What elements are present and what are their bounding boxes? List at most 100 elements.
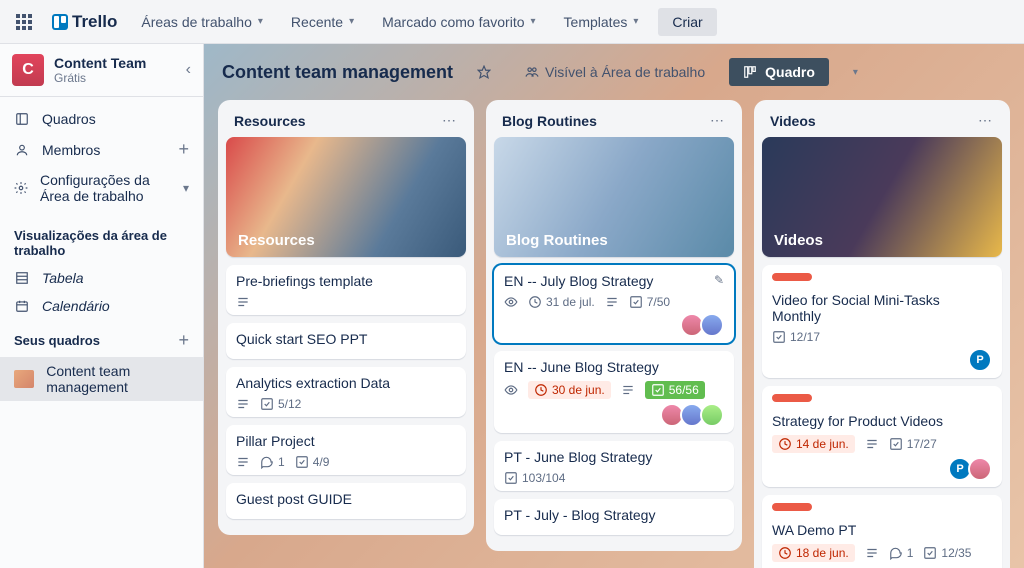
collapse-sidebar-icon[interactable]: ‹ <box>186 61 191 79</box>
create-button[interactable]: Criar <box>658 8 716 36</box>
sidebar-view-calendar[interactable]: Calendário <box>0 292 203 320</box>
chevron-down-icon: ▾ <box>258 16 263 27</box>
card-title: PT - June Blog Strategy <box>504 449 724 465</box>
card[interactable]: EN -- June Blog Strategy30 de jun.56/56 <box>494 351 734 433</box>
sidebar-board-content-team[interactable]: Content team management <box>0 357 203 401</box>
star-icon <box>477 65 491 79</box>
view-switcher[interactable]: ▾ <box>843 61 868 84</box>
member-avatar[interactable] <box>968 457 992 481</box>
nav-templates[interactable]: Templates▾ <box>552 8 651 36</box>
due-badge: 31 de jul. <box>528 295 595 309</box>
cover-title: Resources <box>238 232 315 249</box>
logo-text: Trello <box>72 12 117 32</box>
member-avatar[interactable] <box>700 403 724 427</box>
star-button[interactable] <box>467 59 501 85</box>
card-badges: 31 de jul. 7/50 <box>504 295 724 309</box>
lists-container[interactable]: Resources ⋯ Resources Pre-briefings templ… <box>204 100 1024 568</box>
chevron-down-icon: ▾ <box>633 16 638 27</box>
nav-recent[interactable]: Recente▾ <box>279 8 366 36</box>
card-badges: 103/104 <box>504 471 724 485</box>
card-title: Video for Social Mini-Tasks Monthly <box>772 292 992 324</box>
cover-title: Blog Routines <box>506 232 608 249</box>
list-cover-card[interactable]: Blog Routines <box>494 137 734 257</box>
people-icon <box>525 65 539 79</box>
chevron-down-icon: ▾ <box>183 181 189 195</box>
workspace-name: Content Team <box>54 55 146 71</box>
visibility-button[interactable]: Visível à Área de trabalho <box>515 58 715 86</box>
card-badges <box>236 295 456 309</box>
checklist-badge: 5/12 <box>260 397 301 411</box>
comment-badge: 1 <box>889 546 914 560</box>
card-badges: 12/17 <box>772 330 992 344</box>
list-header[interactable]: Resources ⋯ <box>226 108 466 137</box>
trello-logo-icon <box>52 14 68 30</box>
add-member-icon[interactable]: + <box>178 139 189 160</box>
card-badges: 5/12 <box>236 397 456 411</box>
description-badge <box>605 295 619 309</box>
sidebar-item-settings[interactable]: Configurações da Área de trabalho ▾ <box>0 166 203 210</box>
gear-icon <box>14 181 28 195</box>
board-view-button[interactable]: Quadro <box>729 58 829 86</box>
checklist-badge: 12/17 <box>772 330 820 344</box>
member-avatar[interactable] <box>700 313 724 337</box>
sidebar-view-table[interactable]: Tabela <box>0 264 203 292</box>
card[interactable]: Quick start SEO PPT <box>226 323 466 359</box>
list-menu-icon[interactable]: ⋯ <box>442 112 458 129</box>
card-title: Guest post GUIDE <box>236 491 456 507</box>
list: Blog Routines ⋯ Blog RoutinesEN -- July … <box>486 100 742 551</box>
list-header[interactable]: Videos ⋯ <box>762 108 1002 137</box>
card[interactable]: Video for Social Mini-Tasks Monthly 12/17… <box>762 265 1002 378</box>
checklist-badge: 4/9 <box>295 455 330 469</box>
checklist-badge: 7/50 <box>629 295 670 309</box>
due-soon-badge: 14 de jun. <box>772 435 855 453</box>
person-icon <box>14 143 30 157</box>
calendar-icon <box>14 299 30 313</box>
description-badge <box>236 455 250 469</box>
board-title[interactable]: Content team management <box>222 62 453 83</box>
card[interactable]: EN -- July Blog Strategy✎31 de jul.7/50 <box>494 265 734 343</box>
list-cover-card[interactable]: Resources <box>226 137 466 257</box>
list-cover-card[interactable]: Videos <box>762 137 1002 257</box>
workspace-avatar: C <box>12 54 44 86</box>
card[interactable]: PT - June Blog Strategy 103/104 <box>494 441 734 491</box>
card-title: PT - July - Blog Strategy <box>504 507 724 523</box>
card[interactable]: Pre-briefings template <box>226 265 466 315</box>
watch-badge <box>504 295 518 309</box>
workspace-header[interactable]: C Content Team Grátis ‹ <box>0 44 203 97</box>
checklist-done-badge: 56/56 <box>645 381 705 399</box>
list-title: Blog Routines <box>502 113 710 129</box>
card[interactable]: Guest post GUIDE <box>226 483 466 519</box>
topbar: Trello Áreas de trabalho▾ Recente▾ Marca… <box>0 0 1024 44</box>
card[interactable]: WA Demo PT18 de jun.112/35P <box>762 495 1002 568</box>
checklist-badge: 12/35 <box>923 546 971 560</box>
logo[interactable]: Trello <box>44 12 125 32</box>
nav-starred[interactable]: Marcado como favorito▾ <box>370 8 547 36</box>
main: C Content Team Grátis ‹ Quadros Membros … <box>0 44 1024 568</box>
description-badge <box>236 397 250 411</box>
boards-heading: Seus quadros + <box>0 320 203 357</box>
card-title: Pre-briefings template <box>236 273 456 289</box>
list-menu-icon[interactable]: ⋯ <box>978 112 994 129</box>
sidebar: C Content Team Grátis ‹ Quadros Membros … <box>0 44 204 568</box>
card[interactable]: PT - July - Blog Strategy <box>494 499 734 535</box>
sidebar-item-members[interactable]: Membros + <box>0 133 203 166</box>
list: Videos ⋯ Videos Video for Social Mini-Tas… <box>754 100 1010 568</box>
sidebar-item-boards[interactable]: Quadros <box>0 105 203 133</box>
list-menu-icon[interactable]: ⋯ <box>710 112 726 129</box>
card-title: Strategy for Product Videos <box>772 413 992 429</box>
description-badge <box>621 383 635 397</box>
card[interactable]: Analytics extraction Data 5/12 <box>226 367 466 417</box>
add-board-icon[interactable]: + <box>178 330 189 351</box>
card-title: EN -- June Blog Strategy <box>504 359 724 375</box>
board-header: Content team management Visível à Área d… <box>204 44 1024 100</box>
list-header[interactable]: Blog Routines ⋯ <box>494 108 734 137</box>
member-avatar[interactable]: P <box>968 348 992 372</box>
card-title: Analytics extraction Data <box>236 375 456 391</box>
card-label <box>772 503 812 511</box>
cover-title: Videos <box>774 232 823 249</box>
nav-workspaces[interactable]: Áreas de trabalho▾ <box>129 8 275 36</box>
edit-icon[interactable]: ✎ <box>714 273 724 287</box>
card[interactable]: Strategy for Product Videos14 de jun.17/… <box>762 386 1002 487</box>
card[interactable]: Pillar Project14/9 <box>226 425 466 475</box>
apps-icon[interactable] <box>8 6 40 38</box>
